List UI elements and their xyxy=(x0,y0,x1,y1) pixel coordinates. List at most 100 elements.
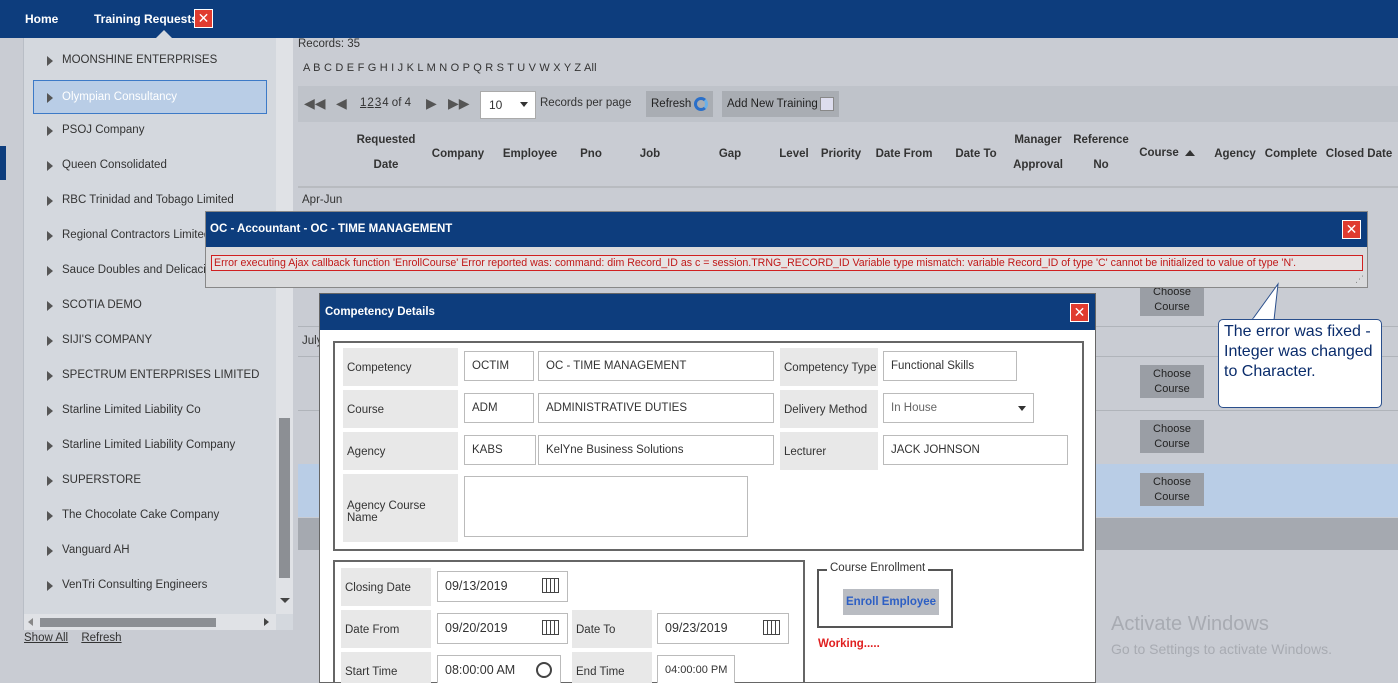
expand-arrow-icon[interactable] xyxy=(47,546,53,556)
expand-arrow-icon[interactable] xyxy=(47,511,53,521)
date-to-field[interactable]: 09/23/2019 xyxy=(657,613,789,644)
company-list-item[interactable]: SIJI'S COMPANY xyxy=(24,324,268,358)
col-gap[interactable]: Gap xyxy=(712,142,748,167)
tab-home[interactable]: Home xyxy=(25,12,58,26)
company-list-item[interactable]: The Chocolate Cake Company xyxy=(24,499,268,533)
next-page-icon[interactable]: ▶ xyxy=(426,95,437,112)
page-size-select[interactable]: 10 xyxy=(480,91,536,119)
col-course[interactable]: Course xyxy=(1134,141,1200,166)
expand-arrow-icon[interactable] xyxy=(47,93,53,103)
scroll-left-icon[interactable] xyxy=(28,618,33,626)
col-priority[interactable]: Priority xyxy=(816,142,866,167)
expand-arrow-icon[interactable] xyxy=(47,336,53,346)
company-list-item[interactable]: Starline Limited Liability Company xyxy=(24,429,268,463)
competency-label: Competency xyxy=(343,348,458,386)
col-level[interactable]: Level xyxy=(776,142,812,167)
alphabet-filter[interactable]: A B C D E F G H I J K L M N O P Q R S T … xyxy=(303,62,597,74)
company-list-item[interactable]: SCOTIA DEMO xyxy=(24,289,268,323)
course-code-field[interactable]: ADM xyxy=(464,393,534,423)
scroll-down-icon[interactable] xyxy=(280,598,290,603)
delivery-method-select[interactable]: In House xyxy=(883,393,1034,423)
company-list-item[interactable]: MOONSHINE ENTERPRISES xyxy=(24,44,268,78)
resize-grip-icon[interactable]: ⋰ xyxy=(1355,274,1364,285)
calendar-icon[interactable] xyxy=(542,620,559,635)
expand-arrow-icon[interactable] xyxy=(47,196,53,206)
company-list-item[interactable]: SPECTRUM ENTERPRISES LIMITED xyxy=(24,359,268,393)
page-link[interactable]: 3 xyxy=(375,97,381,109)
scrollbar-thumb[interactable] xyxy=(40,618,216,627)
close-icon[interactable]: ✕ xyxy=(1070,303,1089,322)
closing-date-field[interactable]: 09/13/2019 xyxy=(437,571,568,602)
calendar-icon[interactable] xyxy=(542,578,559,593)
expand-arrow-icon[interactable] xyxy=(47,406,53,416)
vertical-scrollbar[interactable] xyxy=(276,38,293,614)
expand-arrow-icon[interactable] xyxy=(47,56,53,66)
course-name-field[interactable]: ADMINISTRATIVE DUTIES xyxy=(538,393,774,423)
expand-arrow-icon[interactable] xyxy=(47,441,53,451)
expand-arrow-icon[interactable] xyxy=(47,581,53,591)
sort-ascending-icon[interactable] xyxy=(1184,149,1195,156)
col-employee[interactable]: Employee xyxy=(498,142,562,167)
col-job[interactable]: Job xyxy=(634,142,666,167)
competency-name-field[interactable]: OC - TIME MANAGEMENT xyxy=(538,351,774,381)
horizontal-scrollbar[interactable] xyxy=(24,614,276,630)
expand-arrow-icon[interactable] xyxy=(47,161,53,171)
enroll-employee-button[interactable]: Enroll Employee xyxy=(843,589,939,615)
first-page-icon[interactable]: ◀◀ xyxy=(304,95,326,112)
col-date-to[interactable]: Date To xyxy=(950,142,1002,167)
agency-course-name-textarea[interactable] xyxy=(464,476,748,537)
group-header[interactable]: Apr-Jun xyxy=(302,194,342,206)
company-list-item[interactable]: PSOJ Company xyxy=(24,114,268,148)
expand-arrow-icon[interactable] xyxy=(47,266,53,276)
choose-course-button[interactable]: Choose Course xyxy=(1140,420,1204,453)
expand-arrow-icon[interactable] xyxy=(47,231,53,241)
refresh-button[interactable]: Refresh xyxy=(646,91,714,117)
page-link[interactable]: 1 xyxy=(360,97,366,109)
end-time-field[interactable]: 04:00:00 PM xyxy=(657,655,735,683)
col-requested-date[interactable]: Requested Date xyxy=(350,128,422,178)
expand-arrow-icon[interactable] xyxy=(47,126,53,136)
add-new-training-button[interactable]: Add New Training xyxy=(722,91,839,117)
date-from-field[interactable]: 09/20/2019 xyxy=(437,613,568,644)
last-page-icon[interactable]: ▶▶ xyxy=(448,95,470,112)
col-closed-date[interactable]: Closed Date xyxy=(1324,142,1394,167)
scrollbar-thumb[interactable] xyxy=(279,418,290,578)
company-list-item[interactable]: Starline Limited Liability Co xyxy=(24,394,268,428)
company-list-item[interactable]: SUPERSTORE xyxy=(24,464,268,498)
lecturer-field[interactable]: JACK JOHNSON xyxy=(883,435,1068,465)
choose-course-button[interactable]: Choose Course xyxy=(1140,365,1204,398)
col-company[interactable]: Company xyxy=(426,142,490,167)
calendar-icon[interactable] xyxy=(763,620,780,635)
close-icon[interactable]: ✕ xyxy=(1342,220,1361,239)
expand-arrow-icon[interactable] xyxy=(47,371,53,381)
col-complete[interactable]: Complete xyxy=(1262,142,1320,167)
show-all-link[interactable]: Show All xyxy=(24,632,68,644)
error-dialog-title: OC - Accountant - OC - TIME MANAGEMENT ✕ xyxy=(206,212,1367,247)
clock-icon[interactable] xyxy=(536,662,552,678)
start-time-field[interactable]: 08:00:00 AM xyxy=(437,655,561,683)
col-pno[interactable]: Pno xyxy=(574,142,608,167)
tab-training-requests[interactable]: Training Requests xyxy=(94,12,198,26)
page-link[interactable]: 2 xyxy=(367,97,373,109)
competency-code-field[interactable]: OCTIM xyxy=(464,351,534,381)
company-list-item-selected[interactable]: Olympian Consultancy xyxy=(33,80,267,114)
agency-code-field[interactable]: KABS xyxy=(464,435,536,465)
expand-arrow-icon[interactable] xyxy=(47,476,53,486)
records-per-page-label: Records per page xyxy=(540,97,632,109)
company-list-item[interactable]: VenTri Consulting Engineers xyxy=(24,569,268,603)
company-list-item[interactable]: Queen Consolidated xyxy=(24,149,268,183)
close-tab-icon[interactable]: ✕ xyxy=(194,9,213,28)
col-agency[interactable]: Agency xyxy=(1210,142,1260,167)
expand-arrow-icon[interactable] xyxy=(47,301,53,311)
date-from-label: Date From xyxy=(341,610,431,648)
competency-type-field[interactable]: Functional Skills xyxy=(883,351,1017,381)
col-reference-no[interactable]: Reference No xyxy=(1072,128,1130,178)
refresh-link[interactable]: Refresh xyxy=(81,632,121,644)
scroll-right-icon[interactable] xyxy=(264,618,269,626)
col-manager-approval[interactable]: Manager Approval xyxy=(1012,128,1064,178)
agency-name-field[interactable]: KelYne Business Solutions xyxy=(538,435,774,465)
company-list-item[interactable]: Vanguard AH xyxy=(24,534,268,568)
prev-page-icon[interactable]: ◀ xyxy=(336,95,347,112)
choose-course-button[interactable]: Choose Course xyxy=(1140,473,1204,506)
col-date-from[interactable]: Date From xyxy=(872,142,936,167)
